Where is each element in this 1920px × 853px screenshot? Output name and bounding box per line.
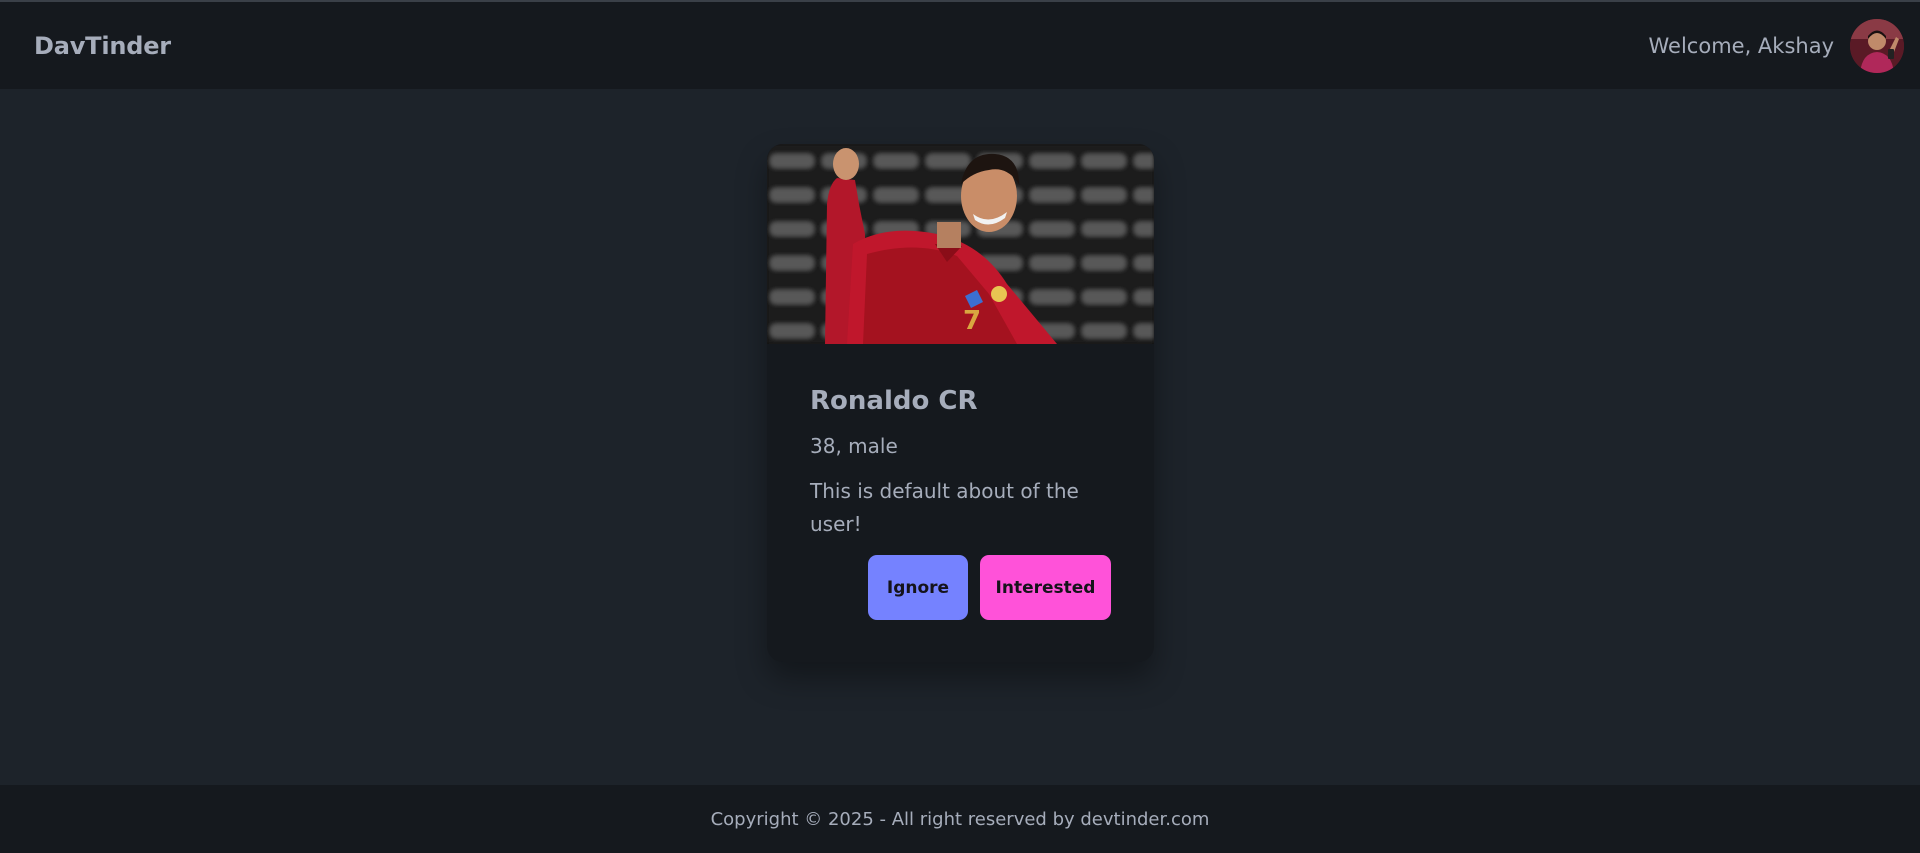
footer: Copyright © 2025 - All right reserved by… <box>0 785 1920 853</box>
profile-photo: 7 <box>767 144 1154 344</box>
card-body: Ronaldo CR 38, male This is default abou… <box>767 344 1154 541</box>
interested-button[interactable]: Interested <box>980 555 1111 620</box>
user-age-gender: 38, male <box>810 434 898 458</box>
svg-text:7: 7 <box>963 306 981 336</box>
user-menu: Welcome, Akshay <box>1648 18 1904 73</box>
ignore-button[interactable]: Ignore <box>868 555 968 620</box>
avatar-image <box>1850 18 1904 73</box>
card-actions: Ignore Interested <box>868 555 1111 620</box>
user-card: 7 Ronaldo CR 38, male This is default ab… <box>767 144 1154 662</box>
user-name: Ronaldo CR <box>810 386 978 416</box>
avatar[interactable] <box>1850 18 1904 73</box>
welcome-text: Welcome, Akshay <box>1648 33 1834 58</box>
navbar: DavTinder Welcome, Akshay <box>0 2 1920 89</box>
brand-logo-link[interactable]: DavTinder <box>34 32 171 60</box>
feed: 7 Ronaldo CR 38, male This is default ab… <box>0 89 1920 785</box>
copyright-text: Copyright © 2025 - All right reserved by… <box>710 808 1210 830</box>
user-about: This is default about of the user! <box>810 479 1079 536</box>
